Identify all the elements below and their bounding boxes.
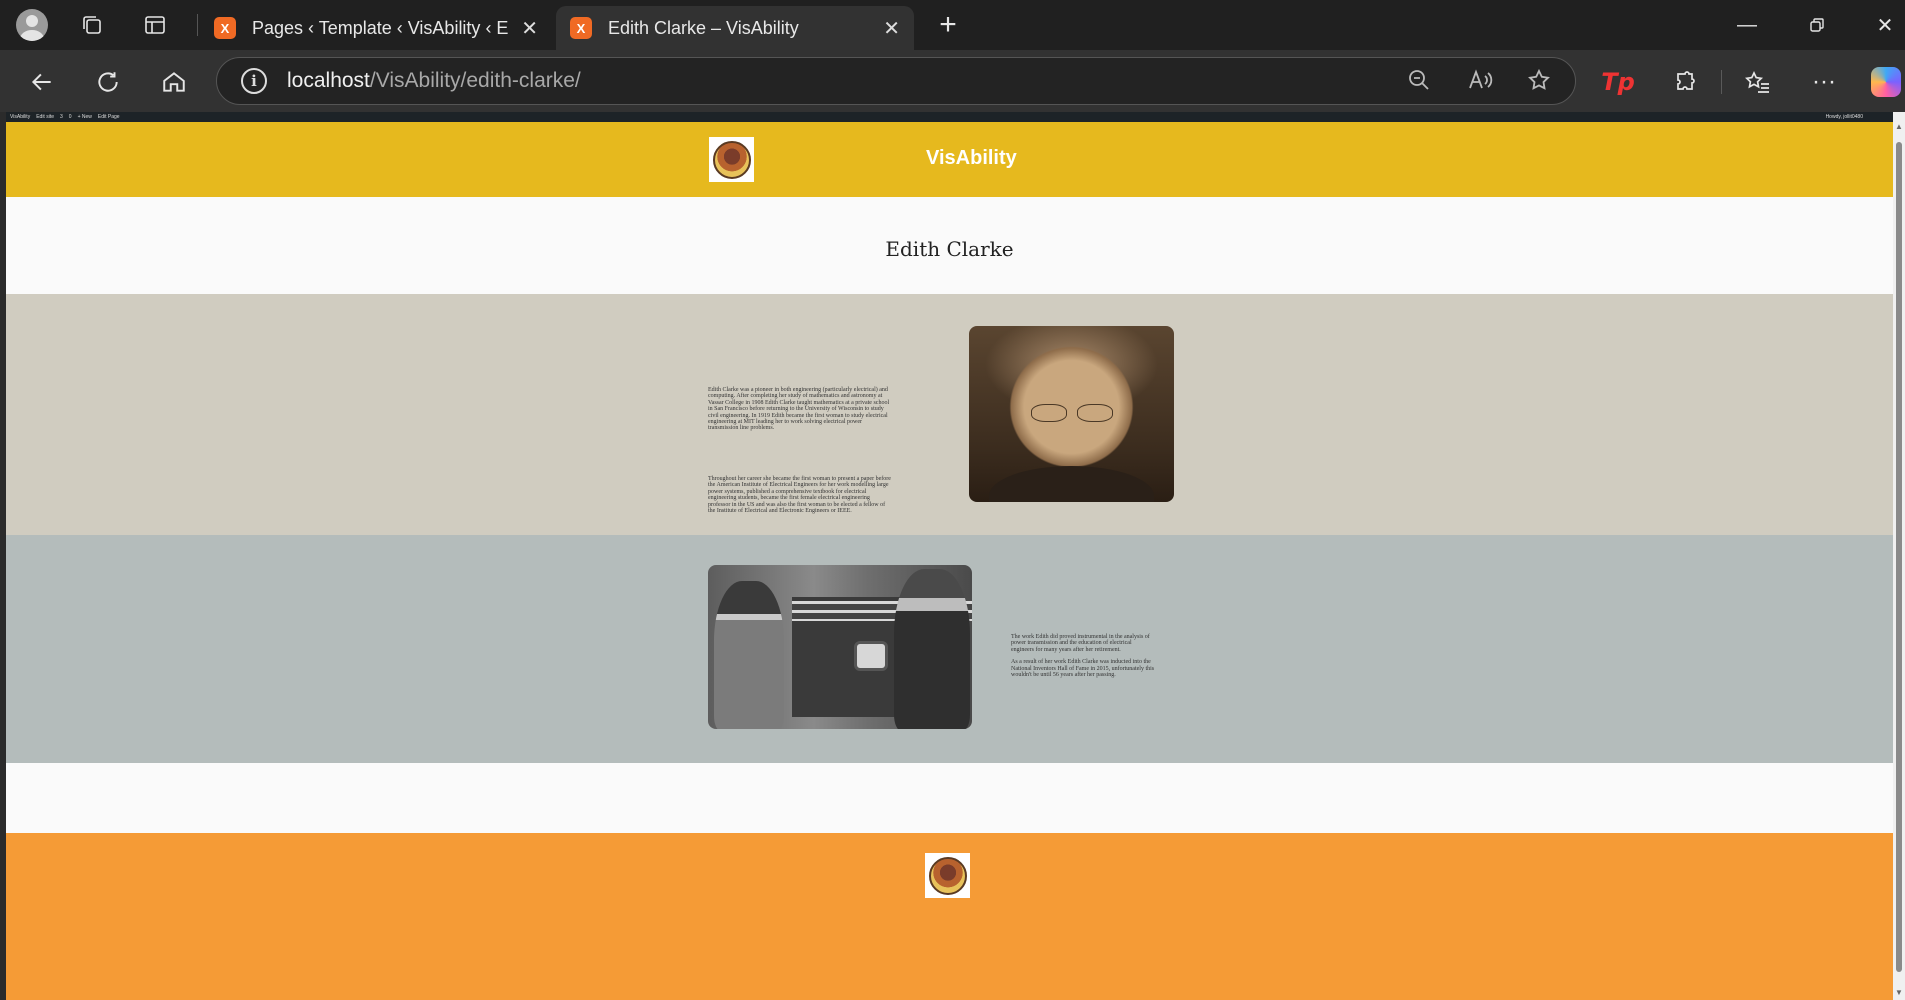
site-header: VisAbility — [6, 122, 1893, 197]
back-icon[interactable] — [24, 64, 60, 100]
page-title-section: Edith Clarke — [6, 197, 1893, 294]
site-title[interactable]: VisAbility — [926, 147, 1017, 170]
close-tab-icon[interactable]: ✕ — [883, 16, 900, 41]
tab-pages-template[interactable]: X Pages ‹ Template ‹ VisAbility ‹ Edit ✕ — [200, 6, 552, 50]
legacy-text: The work Edith did proved instrumental i… — [1011, 634, 1156, 684]
footer-logo[interactable] — [925, 853, 970, 898]
extensions-puzzle-icon[interactable] — [1667, 64, 1703, 100]
zoom-out-icon[interactable] — [1407, 68, 1431, 98]
logo-image — [712, 140, 751, 179]
profile-icon[interactable] — [16, 9, 48, 41]
page-viewport: VisAbility Edit site 3 0 + New Edit Page… — [6, 112, 1893, 1000]
edith-clarke-lab-photo — [708, 565, 972, 729]
admin-bar-item[interactable]: 3 — [60, 112, 63, 122]
logo-image — [928, 856, 967, 895]
bio-paragraph-1: Edith Clarke was a pioneer in both engin… — [708, 387, 890, 432]
close-tab-icon[interactable]: ✕ — [521, 16, 538, 41]
admin-bar-item[interactable]: + New — [78, 112, 92, 122]
bio-section — [6, 294, 1893, 535]
scroll-thumb[interactable] — [1896, 142, 1902, 972]
admin-bar-item[interactable]: Edit site — [36, 112, 54, 122]
bio-text-1: Edith Clarke was a pioneer in both engin… — [708, 387, 891, 438]
browser-tab-bar: X Pages ‹ Template ‹ VisAbility ‹ Edit ✕… — [0, 0, 1905, 50]
browser-toolbar: i localhost/VisAbility/edith-clarke/ Tp … — [0, 50, 1905, 112]
read-aloud-icon[interactable] — [1467, 68, 1493, 98]
workspaces-icon[interactable] — [76, 9, 108, 41]
more-options-icon[interactable]: ··· — [1806, 64, 1842, 100]
bio-text-2: Throughout her career she became the fir… — [708, 476, 891, 520]
favorite-star-icon[interactable] — [1527, 68, 1551, 98]
bio-paragraph-2: Throughout her career she became the fir… — [708, 476, 891, 515]
favorites-list-icon[interactable] — [1740, 64, 1776, 100]
xampp-favicon-icon: X — [570, 17, 592, 39]
site-info-icon[interactable]: i — [241, 68, 267, 94]
tab-title: Pages ‹ Template ‹ VisAbility ‹ Edit — [252, 17, 510, 38]
home-icon[interactable] — [156, 64, 192, 100]
url-text[interactable]: localhost/VisAbility/edith-clarke/ — [287, 69, 581, 93]
admin-bar-item[interactable]: Edit Page — [98, 112, 120, 122]
admin-bar-item[interactable]: VisAbility — [10, 112, 30, 122]
new-tab-icon[interactable]: + — [932, 8, 964, 41]
legacy-paragraph-2: As a result of her work Edith Clarke was… — [1011, 659, 1155, 679]
edith-clarke-portrait — [969, 326, 1174, 502]
tab-title: Edith Clarke – VisAbility — [608, 17, 799, 38]
scroll-down-icon[interactable]: ▼ — [1894, 988, 1904, 998]
tp-extension-icon[interactable]: Tp — [1600, 64, 1636, 100]
spacer-section — [6, 763, 1893, 833]
page-title: Edith Clarke — [885, 237, 1014, 261]
site-footer — [6, 833, 1893, 1000]
reload-icon[interactable] — [90, 64, 126, 100]
address-bar[interactable]: i localhost/VisAbility/edith-clarke/ — [216, 57, 1576, 105]
legacy-paragraph-1: The work Edith did proved instrumental i… — [1011, 634, 1150, 653]
minimize-icon[interactable]: — — [1722, 8, 1772, 42]
xampp-favicon-icon: X — [214, 17, 236, 39]
scroll-up-icon[interactable]: ▲ — [1894, 122, 1904, 132]
copilot-icon[interactable] — [1868, 64, 1904, 100]
site-logo[interactable] — [709, 137, 754, 182]
close-window-icon[interactable]: ✕ — [1860, 8, 1905, 42]
admin-bar-howdy[interactable]: Howdy, jollit0480 — [1826, 112, 1863, 122]
wp-admin-bar: VisAbility Edit site 3 0 + New Edit Page… — [6, 112, 1893, 122]
admin-bar-item[interactable]: 0 — [69, 112, 72, 122]
page-scrollbar[interactable]: ▲ ▼ — [1893, 112, 1905, 1000]
toolbar-separator — [1721, 70, 1722, 94]
tab-separator — [197, 14, 198, 36]
restore-icon[interactable] — [1792, 8, 1842, 42]
tab-edith-clarke[interactable]: X Edith Clarke – VisAbility ✕ — [556, 6, 914, 50]
tab-actions-icon[interactable] — [139, 9, 171, 41]
